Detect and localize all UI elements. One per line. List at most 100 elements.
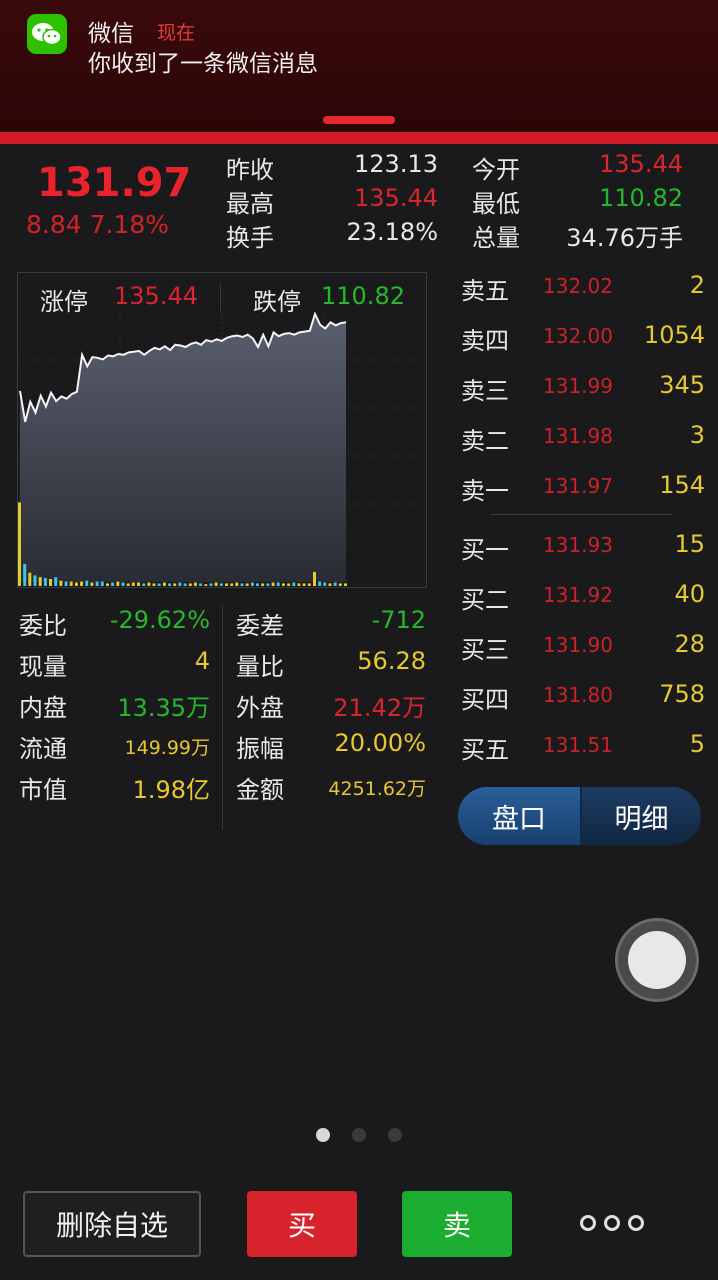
order-level-price: 131.51	[543, 733, 613, 757]
volume-bar	[95, 581, 99, 586]
stat-value: 4251.62万	[328, 778, 426, 800]
volume-bar	[80, 581, 84, 586]
volume-bar	[266, 583, 270, 586]
price-area	[20, 313, 346, 582]
order-level-label: 卖二	[461, 427, 509, 455]
delete-watchlist-button[interactable]: 删除自选	[23, 1191, 201, 1257]
volume-bar	[313, 571, 316, 586]
buy-button[interactable]: 买	[247, 1191, 357, 1257]
volume-bar	[116, 581, 120, 586]
order-level-label: 卖一	[461, 477, 509, 505]
limit-up-value: 135.44	[114, 282, 198, 310]
order-level-price: 132.00	[543, 324, 613, 348]
stat-value: 149.99万	[124, 737, 210, 759]
sell-button[interactable]: 卖	[402, 1191, 512, 1257]
current-price: 131.97	[37, 160, 192, 206]
volume-bar	[178, 582, 182, 586]
page-dot	[388, 1128, 402, 1142]
volume-bar	[74, 582, 78, 586]
view-tabs: 盘口 明细	[458, 787, 701, 845]
volume-bar	[23, 564, 27, 586]
volume-bar	[168, 583, 172, 586]
notification-drag-handle[interactable]	[323, 116, 395, 124]
volume-bar	[235, 582, 239, 586]
order-level-label: 买三	[461, 636, 509, 664]
stat-value: 1.98亿	[132, 776, 210, 804]
volume-bar	[307, 583, 311, 586]
stat-value: 20.00%	[334, 729, 426, 757]
volume-bar	[256, 583, 259, 586]
order-book-divider	[490, 514, 672, 515]
order-level-volume: 3	[689, 421, 705, 449]
volume-bar	[250, 582, 254, 586]
page-dot-active	[316, 1128, 330, 1142]
prev-close-label: 昨收	[226, 156, 274, 184]
volume-bar	[59, 580, 63, 586]
order-level-price: 131.92	[543, 583, 613, 607]
volume-bar	[106, 583, 109, 586]
order-level-label: 卖五	[461, 277, 509, 305]
order-level-label: 卖四	[461, 327, 509, 355]
notification-app-name: 微信	[88, 21, 134, 47]
volume-bar	[261, 583, 265, 586]
volume-bar	[54, 577, 58, 586]
volume-bar	[287, 583, 291, 586]
volume-bar	[64, 581, 68, 586]
volume-bar	[225, 583, 228, 586]
more-dot	[628, 1215, 644, 1231]
volume-bar	[38, 577, 42, 586]
volume-bar	[142, 583, 146, 586]
order-level-volume: 345	[659, 371, 705, 399]
notification-time: 现在	[157, 22, 196, 44]
high-label: 最高	[226, 190, 274, 218]
volume-bar	[100, 581, 104, 586]
stat-value: -712	[371, 606, 426, 634]
volume-label: 总量	[472, 224, 520, 252]
floating-button-knob	[628, 931, 686, 989]
more-dots-icon[interactable]	[580, 1208, 644, 1238]
volume-bar	[188, 583, 192, 586]
volume-bar	[33, 575, 37, 586]
order-level-volume: 40	[674, 580, 705, 608]
volume-bar	[152, 583, 156, 586]
volume-bar	[137, 582, 140, 586]
order-level-volume: 154	[659, 471, 705, 499]
order-level-volume: 2	[689, 271, 705, 299]
volume-bar	[333, 582, 337, 586]
order-level-volume: 758	[659, 680, 705, 708]
order-level-label: 卖三	[461, 377, 509, 405]
notification-message: 你收到了一条微信消息	[88, 51, 318, 77]
volume-bar	[90, 582, 94, 586]
volume-bar	[297, 583, 301, 586]
volume-bar	[147, 582, 151, 586]
tab-quote[interactable]: 盘口	[458, 787, 582, 845]
volume-bar	[240, 583, 244, 586]
low-value: 110.82	[599, 184, 683, 212]
header-accent-bar	[0, 132, 718, 144]
page-dot	[352, 1128, 366, 1142]
order-level-volume: 1054	[643, 321, 705, 349]
order-level-price: 131.90	[543, 633, 613, 657]
volume-bar	[344, 583, 347, 586]
volume-bar	[173, 583, 177, 586]
volume-bar	[214, 582, 218, 586]
order-level-price: 131.98	[543, 424, 613, 448]
order-level-label: 买五	[461, 736, 509, 764]
volume-bar	[121, 582, 125, 586]
volume-bar	[28, 572, 32, 586]
turnover-label: 换手	[226, 224, 274, 252]
low-label: 最低	[472, 190, 520, 218]
order-level-label: 买一	[461, 536, 509, 564]
open-value: 135.44	[599, 150, 683, 178]
stat-value: -29.62%	[109, 606, 210, 634]
open-label: 今开	[472, 156, 520, 184]
volume-bar	[276, 582, 280, 586]
order-level-price: 131.80	[543, 683, 613, 707]
order-level-label: 买二	[461, 586, 509, 614]
stat-value: 4	[194, 647, 210, 675]
price-change: 8.84 7.18%	[26, 210, 170, 239]
tab-detail[interactable]: 明细	[582, 787, 701, 845]
volume-bar	[209, 583, 213, 586]
volume-bar	[204, 584, 208, 586]
volume-bar	[126, 583, 130, 586]
